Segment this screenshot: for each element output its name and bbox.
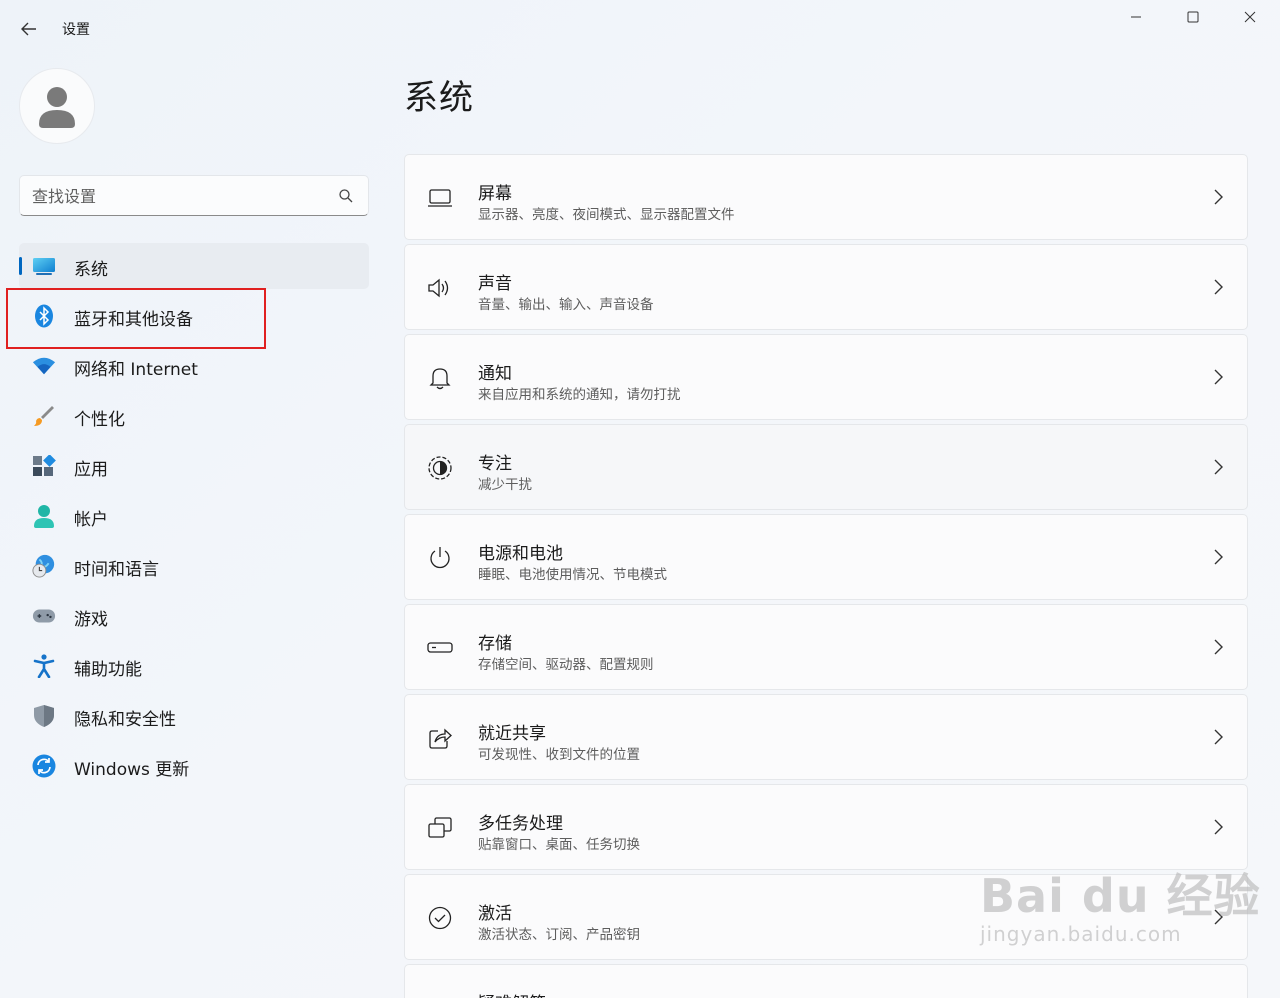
sidebar-item-label: 系统	[74, 260, 108, 280]
title-bar: 设置	[0, 0, 1280, 58]
sidebar-nav: 系统 蓝牙和其他设备 网络和 Internet 个性化 应用 帐户 时间和语言 …	[19, 243, 369, 793]
sidebar-item-label: Windows 更新	[74, 760, 190, 780]
card-title: 多任务处理	[478, 814, 563, 834]
avatar[interactable]	[19, 68, 95, 144]
sidebar-item-label: 辅助功能	[74, 660, 142, 680]
sidebar-item-privacy[interactable]: 隐私和安全性	[19, 693, 369, 739]
wifi-icon	[32, 355, 56, 377]
sidebar-item-system[interactable]: 系统	[19, 243, 369, 289]
storage-icon	[427, 635, 453, 661]
accessibility-icon	[32, 654, 56, 678]
maximize-button[interactable]	[1165, 0, 1221, 34]
user-icon	[39, 87, 75, 128]
card-title: 就近共享	[478, 724, 546, 744]
gamepad-icon	[32, 605, 56, 627]
speaker-icon	[427, 275, 453, 301]
settings-card-focus[interactable]: 专注 减少干扰	[404, 424, 1248, 510]
card-title: 声音	[478, 274, 512, 294]
chevron-right-icon	[1214, 549, 1223, 565]
settings-card-sound[interactable]: 声音 音量、输出、输入、声音设备	[404, 244, 1248, 330]
back-arrow-icon	[21, 22, 36, 36]
sidebar-item-gaming[interactable]: 游戏	[19, 593, 369, 639]
paintbrush-icon	[32, 405, 56, 427]
page-title: 系统	[404, 78, 474, 118]
settings-card-storage[interactable]: 存储 存储空间、驱动器、配置规则	[404, 604, 1248, 690]
settings-card-power[interactable]: 电源和电池 睡眠、电池使用情况、节电模式	[404, 514, 1248, 600]
sidebar-item-label: 帐户	[74, 510, 108, 530]
selection-indicator	[19, 257, 22, 275]
chevron-right-icon	[1214, 189, 1223, 205]
minimize-button[interactable]	[1108, 0, 1164, 34]
sidebar-item-network[interactable]: 网络和 Internet	[19, 343, 369, 389]
sidebar-item-windows-update[interactable]: Windows 更新	[19, 743, 369, 789]
card-title: 通知	[478, 364, 512, 384]
sidebar-item-apps[interactable]: 应用	[19, 443, 369, 489]
watermark-brand: Bai du 经验	[980, 869, 1261, 923]
card-subtitle: 减少干扰	[478, 477, 532, 493]
search-input[interactable]	[32, 185, 332, 207]
chevron-right-icon	[1214, 459, 1223, 475]
settings-card-nearby-sharing[interactable]: 就近共享 可发现性、收到文件的位置	[404, 694, 1248, 780]
globe-clock-icon	[32, 554, 56, 578]
sidebar-item-label: 应用	[74, 460, 108, 480]
power-icon	[427, 545, 453, 571]
card-subtitle: 来自应用和系统的通知，请勿打扰	[478, 387, 681, 403]
chevron-right-icon	[1214, 639, 1223, 655]
minimize-icon	[1131, 16, 1141, 18]
focus-icon	[427, 455, 453, 481]
card-subtitle: 音量、输出、输入、声音设备	[478, 297, 654, 313]
bell-icon	[427, 365, 453, 391]
card-subtitle: 激活状态、订阅、产品密钥	[478, 927, 640, 943]
sidebar-item-personalization[interactable]: 个性化	[19, 393, 369, 439]
sidebar-item-bluetooth[interactable]: 蓝牙和其他设备	[19, 293, 369, 339]
card-title: 电源和电池	[478, 544, 563, 564]
sidebar-item-label: 时间和语言	[74, 560, 159, 580]
sidebar-item-time-language[interactable]: 时间和语言	[19, 543, 369, 589]
account-icon	[32, 505, 56, 528]
bluetooth-icon	[32, 304, 56, 328]
display-icon	[427, 185, 453, 211]
sidebar-item-accessibility[interactable]: 辅助功能	[19, 643, 369, 689]
search-icon[interactable]	[338, 188, 354, 204]
close-icon	[1244, 11, 1256, 23]
activation-icon	[427, 905, 453, 931]
card-title: 专注	[478, 454, 512, 474]
sidebar-item-label: 网络和 Internet	[74, 360, 198, 380]
back-button[interactable]	[14, 16, 44, 42]
shield-icon	[32, 705, 56, 727]
settings-card-display[interactable]: 屏幕 显示器、亮度、夜间模式、显示器配置文件	[404, 154, 1248, 240]
system-monitor-icon	[32, 255, 56, 277]
search-box[interactable]	[19, 175, 369, 216]
card-title: 疑难解答	[478, 989, 546, 998]
chevron-right-icon	[1214, 369, 1223, 385]
card-subtitle: 贴靠窗口、桌面、任务切换	[478, 837, 640, 853]
share-icon	[427, 725, 453, 751]
sidebar-item-label: 游戏	[74, 610, 108, 630]
multitask-icon	[427, 815, 453, 841]
sidebar-item-label: 蓝牙和其他设备	[74, 310, 193, 330]
sidebar-item-accounts[interactable]: 帐户	[19, 493, 369, 539]
card-subtitle: 睡眠、电池使用情况、节电模式	[478, 567, 667, 583]
close-button[interactable]	[1222, 0, 1278, 34]
apps-icon	[32, 455, 56, 477]
sidebar-item-label: 个性化	[74, 410, 125, 430]
card-subtitle: 显示器、亮度、夜间模式、显示器配置文件	[478, 207, 735, 223]
sidebar-item-label: 隐私和安全性	[74, 710, 176, 730]
app-title: 设置	[62, 22, 90, 38]
card-title: 存储	[478, 634, 512, 654]
card-title: 激活	[478, 904, 512, 924]
card-subtitle: 存储空间、驱动器、配置规则	[478, 657, 654, 673]
chevron-right-icon	[1214, 729, 1223, 745]
card-subtitle: 可发现性、收到文件的位置	[478, 747, 640, 763]
maximize-icon	[1187, 11, 1199, 23]
card-title: 屏幕	[478, 184, 512, 204]
update-icon	[32, 754, 56, 778]
settings-card-troubleshoot[interactable]: 疑难解答	[404, 964, 1248, 998]
settings-card-multitasking[interactable]: 多任务处理 贴靠窗口、桌面、任务切换	[404, 784, 1248, 870]
chevron-right-icon	[1214, 819, 1223, 835]
chevron-right-icon	[1214, 279, 1223, 295]
settings-card-notifications[interactable]: 通知 来自应用和系统的通知，请勿打扰	[404, 334, 1248, 420]
watermark: Bai du 经验 jingyan.baidu.com	[980, 860, 1261, 946]
